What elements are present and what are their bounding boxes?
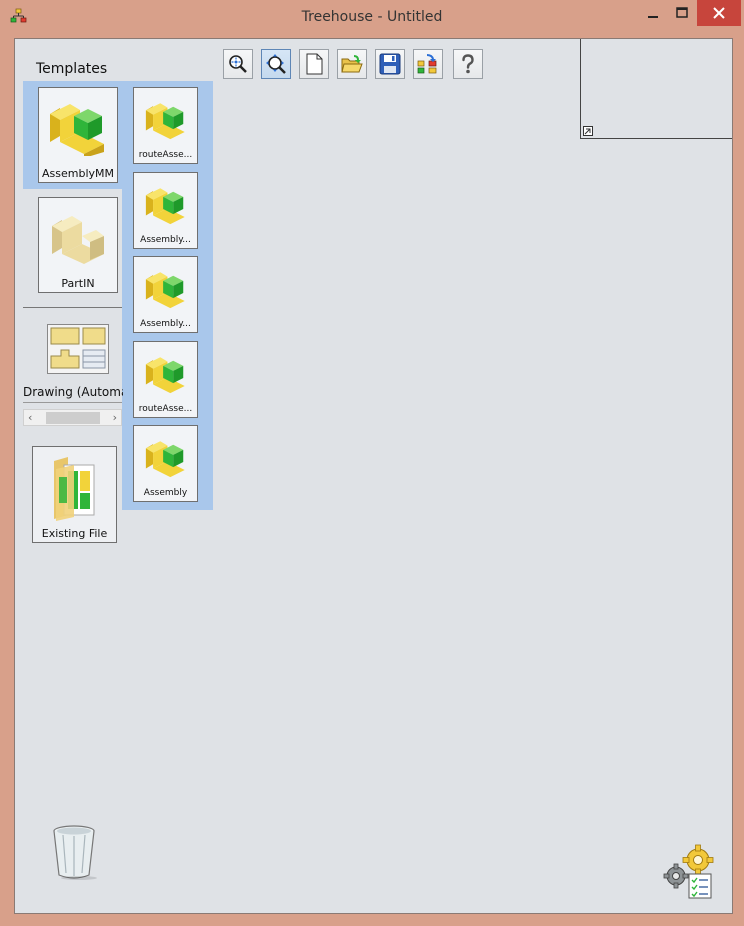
new-button[interactable]: [299, 49, 329, 79]
update-button[interactable]: [413, 49, 443, 79]
folder-icon: [54, 457, 95, 521]
template-separator: [23, 307, 122, 308]
sub-template-item[interactable]: Assembly...: [133, 172, 198, 249]
resize-icon[interactable]: [583, 126, 593, 136]
sub-template-label: Assembly: [143, 488, 188, 498]
zoom-fit-icon: [229, 55, 247, 73]
maximize-icon: [676, 7, 688, 18]
open-folder-icon: [341, 55, 363, 73]
new-document-icon: [306, 53, 323, 75]
trash-icon[interactable]: [51, 823, 101, 881]
template-label: PartIN: [61, 277, 95, 290]
maximize-button[interactable]: [668, 2, 696, 24]
template-separator: [23, 402, 122, 403]
sub-template-item[interactable]: routeAsse...: [133, 87, 198, 164]
assembly-icon: [145, 441, 185, 478]
minimize-icon: [648, 16, 658, 18]
help-button[interactable]: [453, 49, 483, 79]
save-icon: [379, 53, 401, 75]
assembly-icon: [50, 104, 104, 156]
sub-template-label: Assembly...: [140, 319, 191, 329]
scroll-left-arrow[interactable]: ‹: [28, 410, 32, 425]
sub-template-label: routeAsse...: [138, 150, 193, 160]
sub-template-item[interactable]: routeAsse...: [133, 341, 198, 418]
sub-template-label: routeAsse...: [138, 404, 193, 414]
template-label: Existing File: [41, 527, 108, 540]
main-panel: Templates AssemblyMM PartIN Drawing (Aut…: [14, 38, 733, 914]
zoom-window-button[interactable]: [261, 49, 291, 79]
templates-heading: Templates: [36, 61, 108, 77]
assembly-icon: [145, 357, 185, 394]
zoom-fit-button[interactable]: [223, 49, 253, 79]
template-partin[interactable]: PartIN: [38, 197, 118, 293]
save-button[interactable]: [375, 49, 405, 79]
sub-template-item[interactable]: Assembly: [133, 425, 198, 502]
zoom-window-icon: [266, 54, 286, 74]
assembly-icon: [145, 103, 185, 140]
window-title: Treehouse - Untitled: [301, 9, 443, 25]
sub-template-item[interactable]: Assembly...: [133, 256, 198, 333]
part-icon: [52, 216, 104, 264]
title-bar: Treehouse - Untitled: [0, 0, 744, 34]
sub-template-label: Assembly...: [140, 235, 191, 245]
assembly-icon: [145, 272, 185, 309]
close-icon: [713, 7, 725, 19]
template-drawing-label[interactable]: Drawing (Automat: [23, 385, 123, 399]
scroll-right-arrow[interactable]: ›: [113, 410, 117, 425]
preview-pane[interactable]: [580, 39, 732, 139]
scroll-thumb[interactable]: [46, 412, 100, 424]
open-button[interactable]: [337, 49, 367, 79]
assembly-icon: [145, 188, 185, 225]
existing-file-button[interactable]: Existing File: [32, 446, 117, 543]
minimize-button[interactable]: [640, 2, 668, 24]
close-button[interactable]: [697, 0, 741, 26]
template-label: AssemblyMM: [42, 167, 114, 180]
template-assemblymm[interactable]: AssemblyMM: [38, 87, 118, 183]
help-icon: [462, 54, 474, 74]
drawing-icon[interactable]: [47, 324, 109, 374]
update-icon: [417, 54, 437, 74]
template-scrollbar[interactable]: ‹ ›: [23, 409, 122, 426]
settings-icon[interactable]: [663, 844, 715, 900]
